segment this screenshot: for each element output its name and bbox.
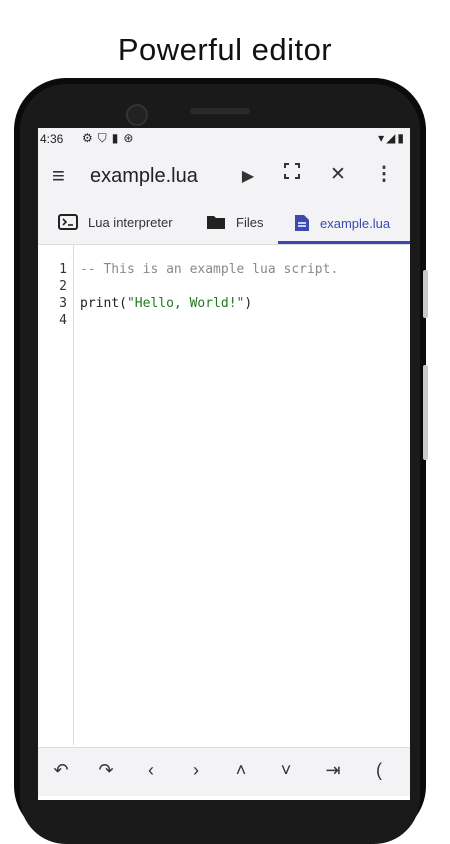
code-line-3: print("Hello, World!") [80,296,252,311]
more-vert-icon[interactable]: ⋮ [372,163,396,186]
status-bar: 4:36 ⚙⛉▮⊛ ▾◢▮ [38,128,410,150]
earpiece-speaker [190,108,250,114]
tab-key-icon[interactable]: ⇥ [318,760,348,781]
undo-icon[interactable]: ↶ [46,760,76,781]
paren-key[interactable]: ( [364,760,394,781]
battery-icon: ▮ [397,131,406,145]
arrow-right-icon[interactable]: › [181,760,211,781]
redo-icon[interactable]: ↷ [91,760,121,781]
status-time: 4:36 [40,132,64,146]
terminal-icon [58,214,78,233]
tab-label: Files [236,214,264,230]
arrow-up-icon[interactable]: ˄ [226,760,256,781]
code-editor[interactable]: 1 2 3 4 -- This is an example lua script… [38,245,410,745]
status-right-icons: ▾◢▮ [378,131,406,145]
tab-bar: Lua interpreter Files example.lua [38,204,410,245]
wifi-icon: ▾ [378,131,387,145]
power-button [423,365,428,460]
status-left-icons: ⚙⛉▮⊛ [82,131,138,146]
tab-example-lua[interactable]: example.lua [294,214,390,235]
code-string: "Hello, World!" [126,296,245,311]
volume-button [423,270,428,318]
run-icon[interactable]: ▶ [236,166,260,186]
sim-icon: ▮ [111,131,124,145]
code-comment: -- This is an example lua script. [80,262,339,277]
tab-lua-interpreter[interactable]: Lua interpreter [58,214,173,233]
document-icon [294,214,310,235]
code-close-paren: ) [244,296,253,311]
menu-icon[interactable]: ≡ [52,163,65,189]
line-number: 2 [59,279,67,294]
close-icon[interactable]: ✕ [326,163,350,186]
app-title: example.lua [90,165,198,187]
settings-icon: ⚙ [82,131,98,145]
line-number: 3 [59,296,67,311]
tab-label: example.lua [320,215,391,231]
folder-icon [206,214,226,233]
code-line-1: -- This is an example lua script. [80,262,338,277]
app-bar: ≡ example.lua ▶ ✕ ⋮ [38,150,410,204]
code-call: print( [80,296,127,311]
arrow-down-icon[interactable]: ˅ [271,760,301,781]
tab-label: Lua interpreter [88,214,173,230]
line-number: 4 [59,313,67,328]
phone-screen: 4:36 ⚙⛉▮⊛ ▾◢▮ ≡ example.lua ▶ ✕ ⋮ Lua in… [38,128,410,800]
tab-files[interactable]: Files [206,214,263,233]
fullscreen-icon[interactable] [280,163,304,185]
bottom-key-bar: ↶ ↷ ‹ › ˄ ˅ ⇥ ( [38,747,410,796]
shield-icon: ⛉ [97,131,112,145]
sync-icon: ⊛ [123,131,139,145]
active-tab-indicator [278,241,410,244]
line-number: 1 [59,262,67,277]
front-camera [126,104,148,126]
signal-icon: ◢ [386,131,398,145]
arrow-left-icon[interactable]: ‹ [136,760,166,781]
line-number-gutter: 1 2 3 4 [38,245,74,745]
headline: Powerful editor [117,32,333,67]
